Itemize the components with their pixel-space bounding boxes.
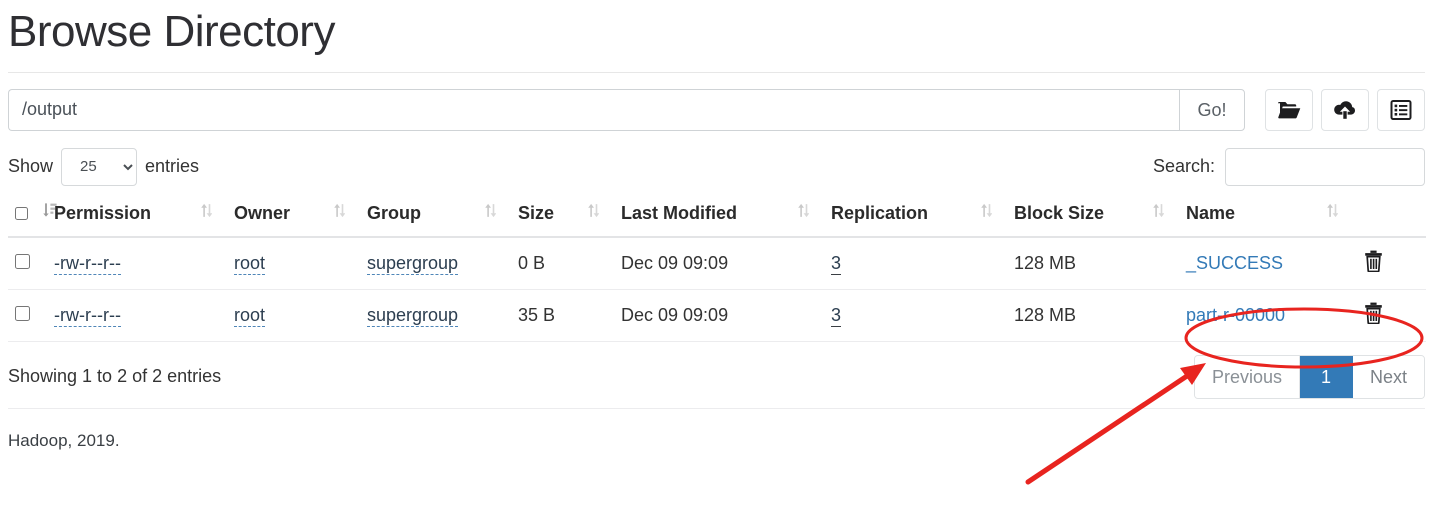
column-label: Block Size xyxy=(1014,202,1105,223)
row-checkbox[interactable] xyxy=(15,253,30,269)
column-header-select-all[interactable] xyxy=(8,196,57,238)
group-link[interactable]: supergroup xyxy=(367,304,459,327)
cell-size: 0 B xyxy=(518,236,621,290)
table-controls: Show 25 entries Search: xyxy=(8,147,1425,187)
title-divider xyxy=(8,71,1425,73)
cell-last-modified: Dec 09 09:09 xyxy=(621,289,831,342)
go-button[interactable]: Go! xyxy=(1179,88,1245,131)
delete-button[interactable] xyxy=(1364,302,1383,327)
replication-link[interactable]: 3 xyxy=(831,252,842,275)
table-row: -rw-r--r-- root supergroup 35 B Dec 09 0… xyxy=(8,289,1426,342)
entries-label: entries xyxy=(145,156,200,177)
column-header-replication[interactable]: Replication xyxy=(831,196,1014,238)
column-header-name[interactable]: Name xyxy=(1186,196,1426,238)
sort-icon[interactable] xyxy=(1152,202,1165,223)
column-label: Name xyxy=(1186,202,1236,223)
pagination-next[interactable]: Next xyxy=(1352,355,1424,398)
cell-owner: root xyxy=(234,289,367,342)
sort-icon[interactable] xyxy=(333,202,346,223)
cloud-upload-icon xyxy=(1333,100,1357,120)
copyright-text: Hadoop, 2019. xyxy=(8,430,120,450)
cell-last-modified: Dec 09 09:09 xyxy=(621,236,831,290)
cell-name: part-r-00000 xyxy=(1186,289,1356,342)
sort-icon[interactable] xyxy=(587,202,600,223)
sort-icon[interactable] xyxy=(484,202,497,223)
group-link[interactable]: supergroup xyxy=(367,252,459,275)
trash-icon xyxy=(1364,302,1383,327)
permission-link[interactable]: -rw-r--r-- xyxy=(54,252,121,275)
sort-icon[interactable] xyxy=(1326,202,1339,223)
trash-icon xyxy=(1364,250,1383,275)
new-directory-button[interactable] xyxy=(1265,88,1313,131)
cell-replication: 3 xyxy=(831,289,1014,342)
row-select-cell xyxy=(8,289,54,342)
upload-button[interactable] xyxy=(1321,88,1369,131)
pagination-previous[interactable]: Previous xyxy=(1194,355,1300,398)
column-label: Size xyxy=(518,202,555,223)
folder-open-icon xyxy=(1277,100,1301,120)
column-header-owner[interactable]: Owner xyxy=(234,196,367,238)
entries-select[interactable]: 25 xyxy=(61,147,138,186)
cell-delete xyxy=(1356,236,1426,290)
path-input-group: Go! xyxy=(8,88,1245,131)
column-header-size[interactable]: Size xyxy=(518,196,621,238)
table-footer: Showing 1 to 2 of 2 entries Previous 1 N… xyxy=(8,354,1425,399)
sort-icon[interactable] xyxy=(797,202,810,223)
column-header-permission[interactable]: Permission xyxy=(54,196,234,238)
path-toolbar: Go! xyxy=(8,88,1425,131)
table-info: Showing 1 to 2 of 2 entries xyxy=(8,366,222,387)
column-label: Permission xyxy=(54,202,152,223)
search-control: Search: xyxy=(1152,147,1425,186)
column-header-block-size[interactable]: Block Size xyxy=(1014,196,1186,238)
column-label: Group xyxy=(367,202,421,223)
column-header-group[interactable]: Group xyxy=(367,196,518,238)
cell-owner: root xyxy=(234,236,367,290)
path-action-buttons xyxy=(1265,88,1425,131)
column-label: Last Modified xyxy=(621,202,737,223)
row-select-cell xyxy=(8,236,54,290)
select-all-checkbox[interactable] xyxy=(15,205,28,221)
cell-block-size: 128 MB xyxy=(1014,236,1186,290)
pagination-page-1[interactable]: 1 xyxy=(1299,355,1353,398)
file-name-link[interactable]: _SUCCESS xyxy=(1186,253,1283,273)
cell-name: _SUCCESS xyxy=(1186,236,1356,290)
table-head: Permission Owner Group Size Last Modifie… xyxy=(8,196,1426,238)
column-label: Owner xyxy=(234,202,291,223)
path-input[interactable] xyxy=(8,88,1179,131)
cell-permission: -rw-r--r-- xyxy=(54,236,234,290)
files-table: Permission Owner Group Size Last Modifie… xyxy=(8,196,1426,342)
table-row: -rw-r--r-- root supergroup 0 B Dec 09 09… xyxy=(8,236,1426,290)
search-input[interactable] xyxy=(1225,147,1425,186)
cell-delete xyxy=(1356,289,1426,342)
sort-icon[interactable] xyxy=(200,202,213,223)
table-header-row: Permission Owner Group Size Last Modifie… xyxy=(8,196,1426,238)
row-checkbox[interactable] xyxy=(15,305,30,321)
search-label: Search: xyxy=(1152,156,1215,177)
replication-link[interactable]: 3 xyxy=(831,304,842,327)
cell-replication: 3 xyxy=(831,236,1014,290)
owner-link[interactable]: root xyxy=(234,304,266,327)
browse-directory-page: Browse Directory Go! xyxy=(0,0,1433,506)
show-label: Show xyxy=(8,156,54,177)
cell-block-size: 128 MB xyxy=(1014,289,1186,342)
entries-length-control: Show 25 entries xyxy=(8,147,200,186)
cell-group: supergroup xyxy=(367,236,518,290)
list-alt-icon xyxy=(1390,99,1412,121)
page-title: Browse Directory xyxy=(8,7,335,56)
cell-size: 35 B xyxy=(518,289,621,342)
cell-permission: -rw-r--r-- xyxy=(54,289,234,342)
owner-link[interactable]: root xyxy=(234,252,266,275)
permission-link[interactable]: -rw-r--r-- xyxy=(54,304,121,327)
column-label: Replication xyxy=(831,202,929,223)
cut-paste-button[interactable] xyxy=(1377,88,1425,131)
file-name-link[interactable]: part-r-00000 xyxy=(1186,305,1285,325)
sort-icon[interactable] xyxy=(980,202,993,223)
cell-group: supergroup xyxy=(367,289,518,342)
pagination: Previous 1 Next xyxy=(1193,354,1425,399)
delete-button[interactable] xyxy=(1364,250,1383,275)
column-header-last-modified[interactable]: Last Modified xyxy=(621,196,831,238)
table-body: -rw-r--r-- root supergroup 0 B Dec 09 09… xyxy=(8,236,1426,342)
